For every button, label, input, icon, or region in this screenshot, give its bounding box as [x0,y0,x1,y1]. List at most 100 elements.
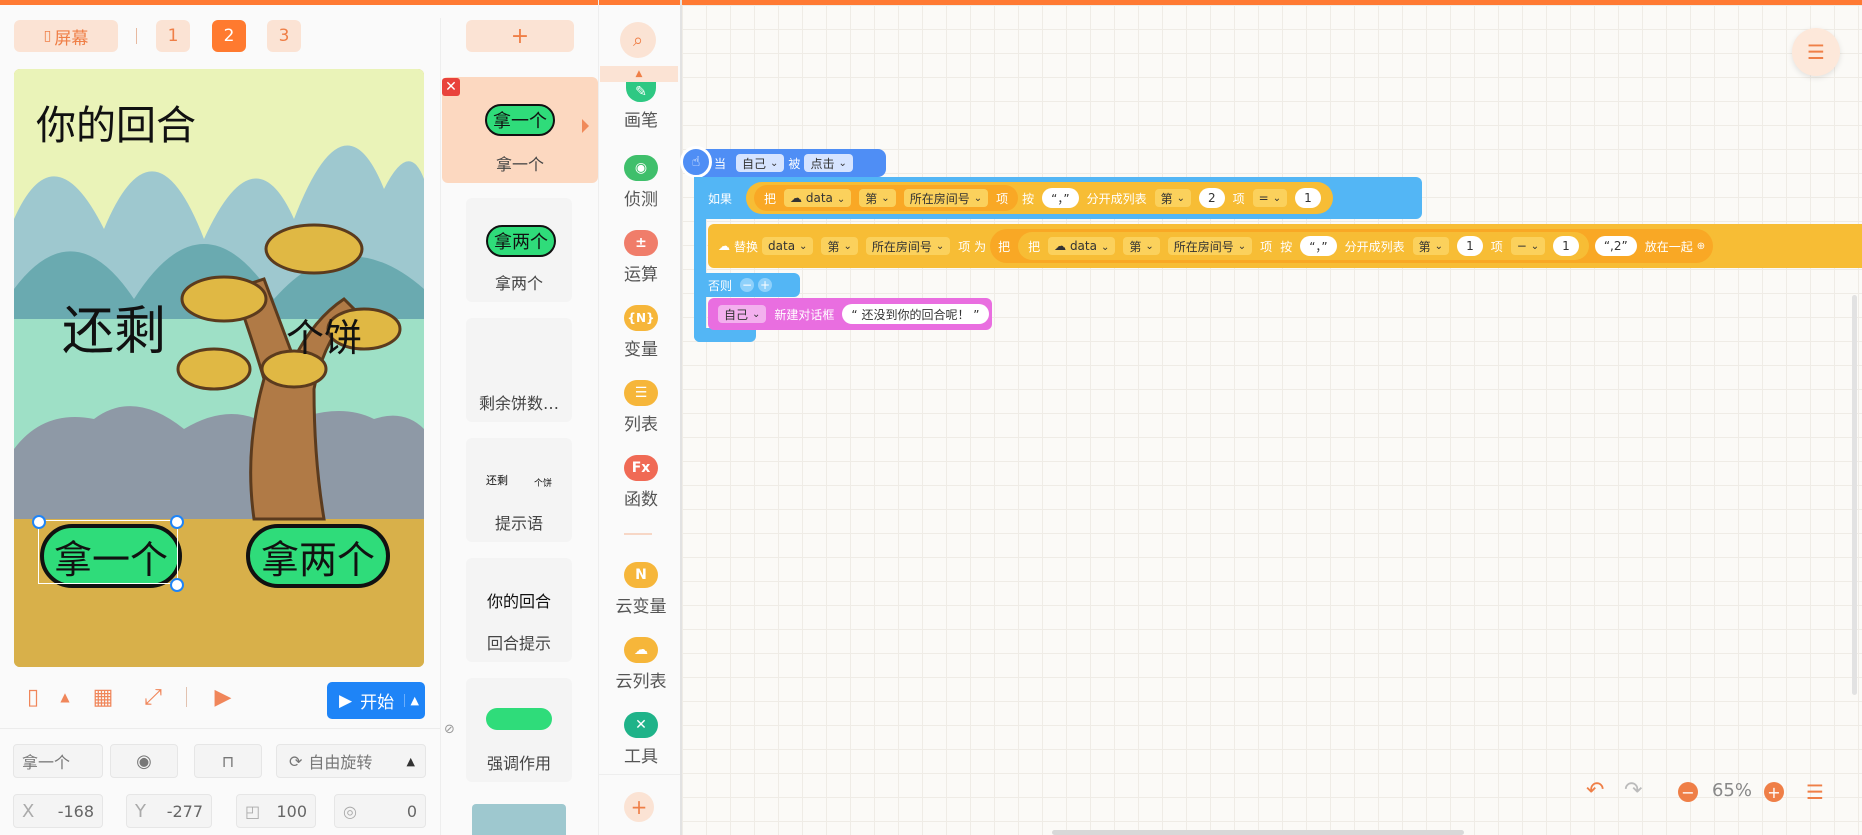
replace-block[interactable]: ☁ 替换 data 第 所在房间号 项 为 把 把 ☁ data 第 所在房间号… [708,224,1862,268]
else-minus-icon[interactable]: − [740,278,755,292]
category-cloud-variable[interactable]: N 云变量 [606,562,676,632]
compare-block[interactable]: 把 ☁ data 第 所在房间号 项 按 “，” 分开成列表 第 2 项 = 1 [746,182,1333,214]
nth-dropdown[interactable]: 第 [859,189,896,207]
replace-nth-dropdown[interactable]: 第 [821,237,858,255]
align-blocks-icon[interactable]: ☰ [1806,780,1830,804]
lock-icon: ⊓ [221,751,235,771]
event-action-dropdown[interactable]: 点击 [804,154,853,172]
object-expand-arrow-icon[interactable] [582,119,589,133]
category-list[interactable]: ☰ 列表 [606,380,676,450]
object-card-take-one[interactable]: 拿一个 拿一个 [442,77,598,183]
cloud-data-chip[interactable]: ☁ data [1048,237,1116,255]
add-object-button[interactable]: + [466,20,574,52]
visibility-toggle[interactable]: ◉ [110,744,178,778]
category-function[interactable]: Fx 函数 [606,455,676,525]
video-icon[interactable]: ▶ [210,684,236,710]
variable-icon: {N} [624,305,658,331]
index-input[interactable]: 1 [1457,236,1483,256]
caret-up-icon[interactable]: ▲ [52,684,78,710]
operator-dropdown[interactable]: = [1252,189,1288,207]
code-search-icon[interactable]: ☰ [1792,28,1840,76]
grid-icon[interactable]: ▦ [90,684,116,710]
start-button[interactable]: ▶ 开始 ▲ [327,682,425,719]
join-add-icon[interactable]: ⊕ [1697,241,1705,252]
code-workspace[interactable] [682,5,1862,835]
object-name-field[interactable]: 拿一个 [13,744,103,778]
hidden-eye-icon[interactable]: ⊘ [444,722,460,738]
delete-object-icon[interactable]: ✕ [442,78,460,96]
screen-toggle-button[interactable]: ▯ 屏幕 [14,20,118,52]
rotation-mode-select[interactable]: ⟳ 自由旋转 ▲ [276,744,426,778]
room2-dropdown[interactable]: 所在房间号 [1167,237,1253,255]
separator-input[interactable]: “，” [1300,236,1337,256]
category-tools[interactable]: ✕ 工具 [606,712,676,782]
separator-input[interactable]: “，” [1042,188,1079,208]
start-options-caret-icon[interactable]: ▲ [403,694,425,707]
phone-icon[interactable]: ▯ [20,684,46,710]
stage-canvas[interactable]: 你的回合 还剩 个饼 拿一个 拿两个 [14,69,424,667]
screen-icon: ▯ [43,28,52,44]
replace-var-dropdown[interactable]: data [762,237,814,255]
scroll-up-caret-icon[interactable]: ▲ [600,66,678,82]
zoom-level: 65% [1711,780,1752,801]
selection-handle-rotate[interactable] [170,515,184,529]
minus-dropdown[interactable]: − [1510,237,1546,255]
nth3-dropdown[interactable]: 第 [1412,237,1450,255]
add-extension-icon[interactable]: + [624,792,654,822]
object-card-emphasis[interactable]: 强调作用 [466,678,572,782]
play-icon: ▶ [339,690,353,711]
list-icon: ☰ [624,380,658,406]
zoom-out-icon[interactable]: − [1678,782,1698,802]
fullscreen-icon[interactable]: ⤢ [140,684,166,710]
item3-label: 项 [1490,239,1503,254]
stage-button-take-two[interactable]: 拿两个 [246,524,390,588]
dialog-target-dropdown[interactable]: 自己 [718,305,767,323]
selection-handle-resize[interactable] [170,578,184,592]
suffix-input[interactable]: “,2” [1594,236,1637,256]
room-dropdown[interactable]: 所在房间号 [903,189,989,207]
object-card-hint[interactable]: 还剩 个饼 提示语 [466,438,572,542]
page-3-button[interactable]: 3 [267,20,301,52]
horizontal-scrollbar[interactable] [1052,830,1464,835]
size-field[interactable]: ◰ 100 [236,794,316,828]
cloud-data-chip[interactable]: ☁ data [784,189,852,207]
category-detect[interactable]: ◉ 侦测 [606,155,676,225]
else-row[interactable]: 否则 − + [694,273,800,297]
page-2-button[interactable]: 2 [212,20,246,52]
category-cloud-list[interactable]: ☁ 云列表 [606,637,676,707]
index-input[interactable]: 2 [1198,188,1225,208]
object-card-take-two[interactable]: 拿两个 拿两个 [466,198,572,302]
caret-up-icon: ▲ [406,754,415,768]
lock-toggle[interactable]: ⊓ [194,744,262,778]
redo-icon[interactable]: ↷ [1624,778,1650,804]
y-position-field[interactable]: Y -277 [126,794,212,828]
selection-handle-menu[interactable] [32,515,46,529]
replace-room-dropdown[interactable]: 所在房间号 [865,237,951,255]
object-card-background-thumb[interactable] [472,804,566,835]
split-list-block[interactable]: 把 ☁ data 第 所在房间号 项 [754,185,1019,211]
category-brush[interactable]: ✎ 画笔 [606,82,676,152]
category-operator[interactable]: ± 运算 [606,230,676,300]
zoom-in-icon[interactable]: + [1764,782,1784,802]
minus-value-input[interactable]: 1 [1553,236,1579,256]
page-1-button[interactable]: 1 [156,20,190,52]
subtract-block[interactable]: 把 ☁ data 第 所在房间号 项 按 “，” 分开成列表 第 1 项 − 1 [1018,232,1589,260]
join-block[interactable]: 把 把 ☁ data 第 所在房间号 项 按 “，” 分开成列表 第 1 项 −… [990,229,1714,263]
compare-value-input[interactable]: 1 [1295,188,1321,208]
nth2-dropdown[interactable]: 第 [1154,189,1191,207]
nth2-dropdown[interactable]: 第 [1123,237,1160,255]
dialog-block[interactable]: 自己 新建对话框 “ 还没到你的回合呢！ ” [708,298,992,330]
dialog-text-input[interactable]: “ 还没到你的回合呢！ ” [842,304,989,324]
object-card-remaining[interactable]: 剩余饼数… [466,318,572,422]
else-plus-icon[interactable]: + [758,278,773,292]
vertical-scrollbar[interactable] [1852,295,1857,695]
object-card-turn-hint[interactable]: 你的回合 回合提示 [466,558,572,662]
event-target-dropdown[interactable]: 自己 [736,154,785,172]
x-position-field[interactable]: X -168 [13,794,103,828]
if-block[interactable]: 如果 把 ☁ data 第 所在房间号 项 按 “，” 分开成列表 第 2 项 … [694,177,1422,219]
undo-icon[interactable]: ↶ [1586,778,1612,804]
angle-field[interactable]: ◎ 0 [334,794,426,828]
category-variable[interactable]: {N} 变量 [606,305,676,375]
event-block[interactable]: 当 自己 被 点击 [686,149,886,177]
search-icon[interactable]: ⌕ [620,22,656,58]
